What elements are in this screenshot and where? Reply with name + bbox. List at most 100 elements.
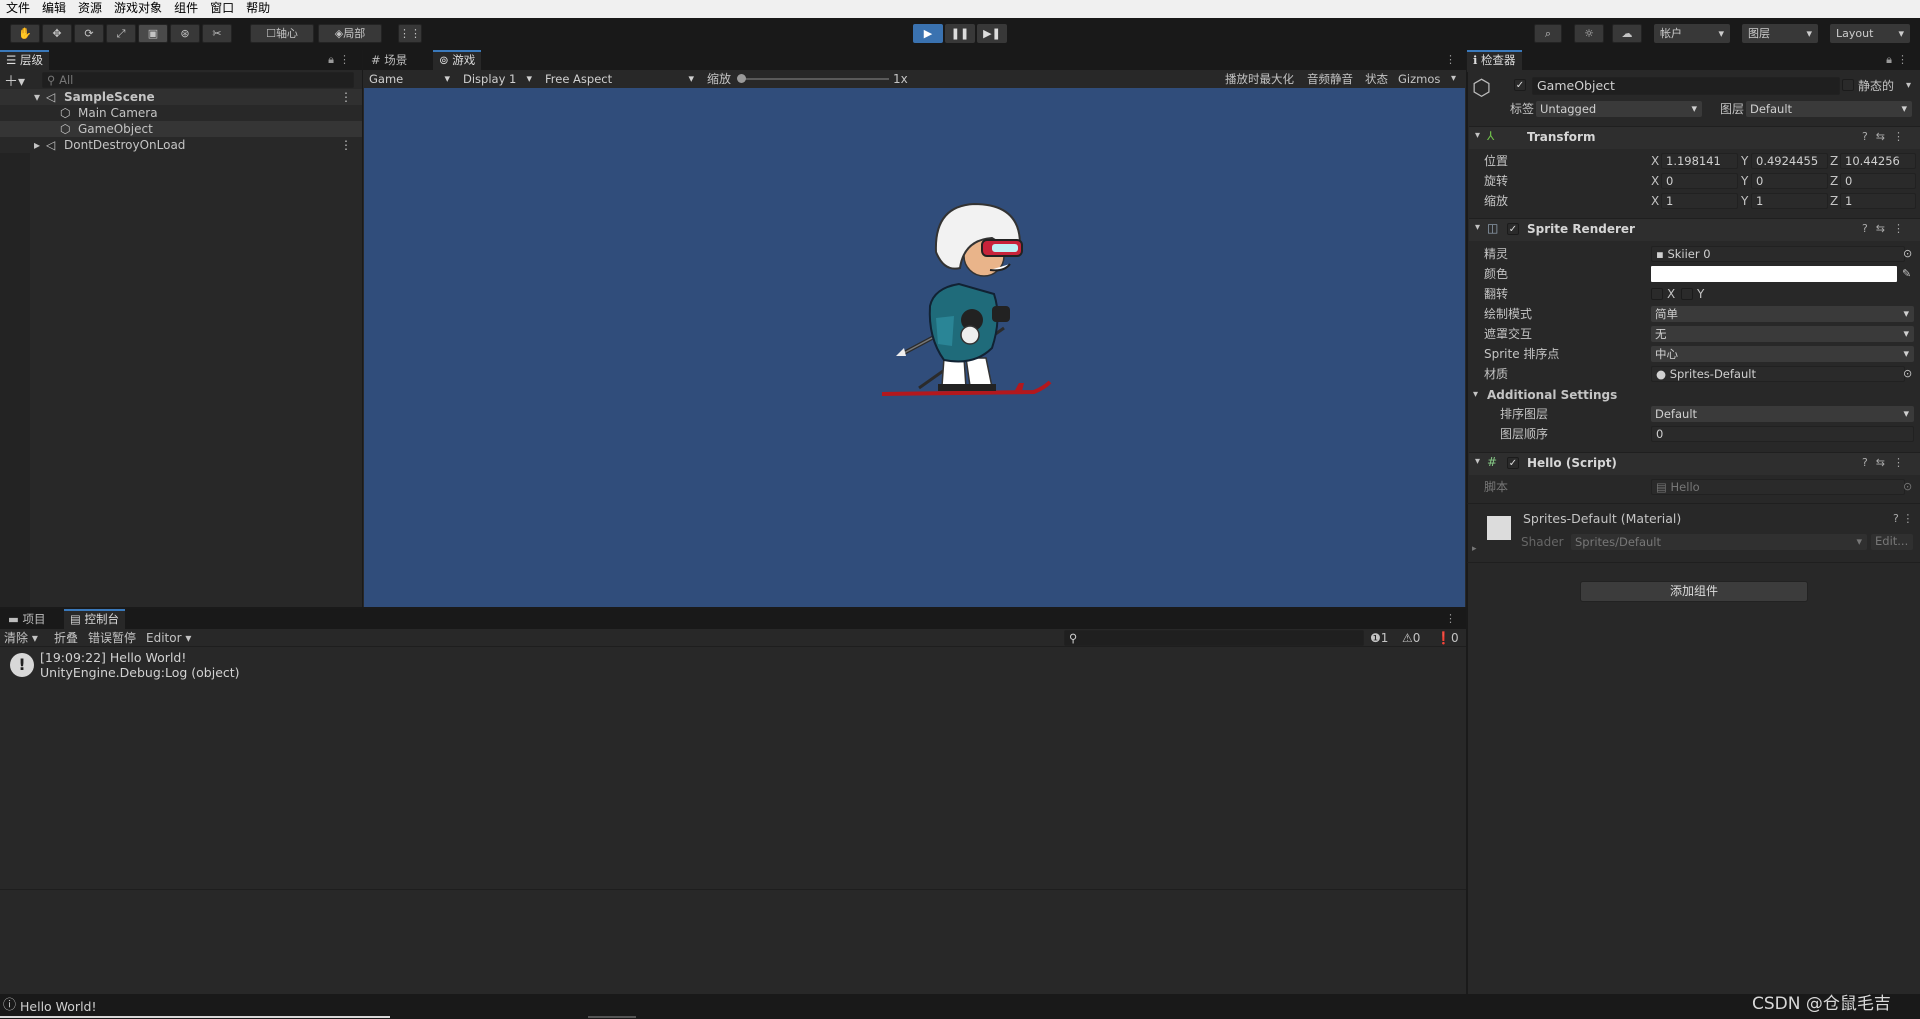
dontdestroy-row[interactable]: ▸ ◁ DontDestroyOnLoad ⋮	[0, 137, 362, 153]
mask-interaction-dropdown[interactable]: 无	[1651, 326, 1914, 342]
more-icon[interactable]: ⋮	[1445, 612, 1456, 625]
add-component-button[interactable]: 添加组件	[1580, 581, 1808, 602]
hierarchy-item-gameobject[interactable]: ⬡ GameObject	[0, 121, 362, 137]
menu-help[interactable]: 帮助	[240, 0, 276, 17]
layers-dropdown[interactable]: 图层	[1742, 24, 1818, 43]
draw-mode-dropdown[interactable]: 简单	[1651, 306, 1914, 322]
stats-toggle[interactable]: 状态	[1365, 71, 1388, 87]
custom-tool-icon[interactable]: ✂	[202, 24, 232, 43]
warning-count-toggle[interactable]: ⚠0	[1402, 630, 1420, 646]
pause-button[interactable]: ❚❚	[945, 24, 975, 43]
gameobject-name-input[interactable]: GameObject	[1532, 77, 1840, 95]
active-checkbox[interactable]: ✓	[1514, 79, 1526, 91]
maximize-on-play-toggle[interactable]: 播放时最大化	[1225, 71, 1294, 87]
console-splitter[interactable]	[0, 889, 1466, 890]
expand-arrow-icon[interactable]: ▾	[34, 89, 40, 105]
mute-audio-toggle[interactable]: 音频静音	[1307, 71, 1353, 87]
layout-dropdown[interactable]: Layout	[1830, 24, 1910, 43]
error-count-toggle[interactable]: ❗0	[1436, 630, 1459, 646]
menu-edit[interactable]: 编辑	[36, 0, 72, 17]
console-log-entry[interactable]: ! [19:09:22] Hello World! UnityEngine.De…	[0, 649, 1466, 683]
scale-slider-track[interactable]	[741, 78, 889, 80]
object-picker-icon[interactable]: ⊙	[1903, 366, 1912, 382]
step-button[interactable]: ▶❚	[977, 24, 1007, 43]
clear-button[interactable]: 清除 ▾	[4, 630, 38, 646]
tab-game[interactable]: ⊚ 游戏	[433, 50, 482, 72]
script-enabled-checkbox[interactable]: ✓	[1507, 457, 1519, 469]
tab-scene[interactable]: # 场景	[365, 50, 413, 70]
console-search-input[interactable]: ⚲	[1064, 630, 1364, 646]
script-header[interactable]: ▾ # ✓ Hello (Script) ?⇆⋮	[1469, 452, 1920, 475]
collapse-toggle[interactable]: 折叠	[54, 630, 78, 646]
collapse-arrow-icon[interactable]: ▾	[1475, 456, 1480, 467]
material-field[interactable]: ● Sprites-Default	[1651, 366, 1905, 382]
tab-hierarchy[interactable]: ☰ 层级	[0, 50, 49, 72]
scale-tool-icon[interactable]: ⤢	[106, 24, 136, 43]
sprite-renderer-header[interactable]: ▾ ◫ ✓ Sprite Renderer ?⇆⋮	[1469, 218, 1920, 241]
pivot-toggle[interactable]: ☐轴心	[250, 24, 314, 43]
more-icon[interactable]: ⋮	[1897, 53, 1908, 66]
gizmos-toggle[interactable]: Gizmos	[1398, 71, 1440, 87]
rect-tool-icon[interactable]: ▣	[138, 24, 168, 43]
order-in-layer-field[interactable]: 0	[1651, 426, 1914, 442]
status-message[interactable]: Hello World!	[20, 999, 97, 1015]
collapse-arrow-icon[interactable]: ▾	[1475, 130, 1480, 141]
display-dropdown[interactable]: Display 1	[459, 71, 537, 87]
tab-project[interactable]: ▬ 项目	[2, 609, 52, 629]
rotation-y-field[interactable]: 0	[1751, 173, 1828, 189]
object-picker-icon[interactable]: ⊙	[1903, 246, 1912, 262]
component-actions[interactable]: ?⇆⋮	[1862, 222, 1912, 235]
scale-y-field[interactable]: 1	[1751, 193, 1828, 209]
hand-tool-icon[interactable]: ✋	[10, 24, 40, 43]
play-button[interactable]: ▶	[913, 24, 943, 43]
more-icon[interactable]: ⋮	[1445, 53, 1456, 66]
component-actions[interactable]: ?⇆⋮	[1862, 456, 1912, 469]
foldout-arrow-icon[interactable]: ▸	[1472, 541, 1477, 557]
gizmos-dropdown-icon[interactable]: ▾	[1451, 71, 1456, 87]
eyedropper-icon[interactable]: ✎	[1902, 266, 1911, 282]
additional-settings-foldout[interactable]: Additional Settings	[1487, 387, 1617, 403]
expand-arrow-icon[interactable]: ▸	[34, 137, 40, 153]
scene-more-icon[interactable]: ⋮	[340, 89, 352, 105]
add-icon[interactable]: ＋▾	[4, 71, 25, 91]
dontdestroy-more-icon[interactable]: ⋮	[340, 137, 352, 153]
menu-gameobject[interactable]: 游戏对象	[108, 0, 168, 17]
menu-assets[interactable]: 资源	[72, 0, 108, 17]
sprite-sort-point-dropdown[interactable]: 中心	[1651, 346, 1914, 362]
tab-console[interactable]: ▤ 控制台	[64, 609, 126, 631]
scale-x-field[interactable]: 1	[1661, 193, 1738, 209]
position-z-field[interactable]: 10.44256	[1840, 153, 1916, 169]
cloud-icon[interactable]: ☁	[1612, 24, 1642, 43]
rotate-tool-icon[interactable]: ⟳	[74, 24, 104, 43]
transform-header[interactable]: ▾ ⅄ Transform ?⇆⋮	[1469, 126, 1920, 149]
layer-dropdown[interactable]: Default	[1746, 101, 1912, 117]
transform-tool-icon[interactable]: ⊛	[170, 24, 200, 43]
tab-inspector[interactable]: ℹ 检查器	[1467, 50, 1522, 72]
lock-icon[interactable]: 🔒︎	[1886, 53, 1892, 67]
lock-icon[interactable]: 🔒︎	[328, 53, 334, 67]
menu-window[interactable]: 窗口	[204, 0, 240, 17]
menu-file[interactable]: 文件	[0, 0, 36, 17]
position-x-field[interactable]: 1.198141	[1661, 153, 1738, 169]
menu-component[interactable]: 组件	[168, 0, 204, 17]
material-actions[interactable]: ? ⋮	[1893, 511, 1913, 527]
hierarchy-item-main-camera[interactable]: ⬡ Main Camera	[0, 105, 362, 121]
tag-dropdown[interactable]: Untagged	[1536, 101, 1702, 117]
error-pause-toggle[interactable]: 错误暂停	[88, 630, 136, 646]
scene-row[interactable]: ▾ ◁ SampleScene ⋮	[0, 89, 362, 105]
game-viewport[interactable]	[364, 88, 1465, 607]
search-icon[interactable]: ⌕	[1534, 24, 1562, 43]
scale-z-field[interactable]: 1	[1840, 193, 1916, 209]
flip-x-checkbox[interactable]	[1651, 288, 1663, 300]
sprite-field[interactable]: ▪ Skiier 0	[1651, 246, 1905, 262]
account-dropdown[interactable]: 帐户	[1654, 24, 1730, 43]
rotation-z-field[interactable]: 0	[1840, 173, 1916, 189]
more-icon[interactable]: ⋮	[339, 53, 350, 66]
hierarchy-search-input[interactable]: ⚲ All	[42, 72, 354, 88]
foldout-arrow-icon[interactable]: ▾	[1473, 387, 1478, 403]
info-count-toggle[interactable]: ❶1	[1370, 630, 1388, 646]
collab-icon[interactable]: ☼	[1574, 24, 1604, 43]
position-y-field[interactable]: 0.4924455	[1751, 153, 1828, 169]
rotation-x-field[interactable]: 0	[1661, 173, 1738, 189]
component-actions[interactable]: ?⇆⋮	[1862, 130, 1912, 143]
